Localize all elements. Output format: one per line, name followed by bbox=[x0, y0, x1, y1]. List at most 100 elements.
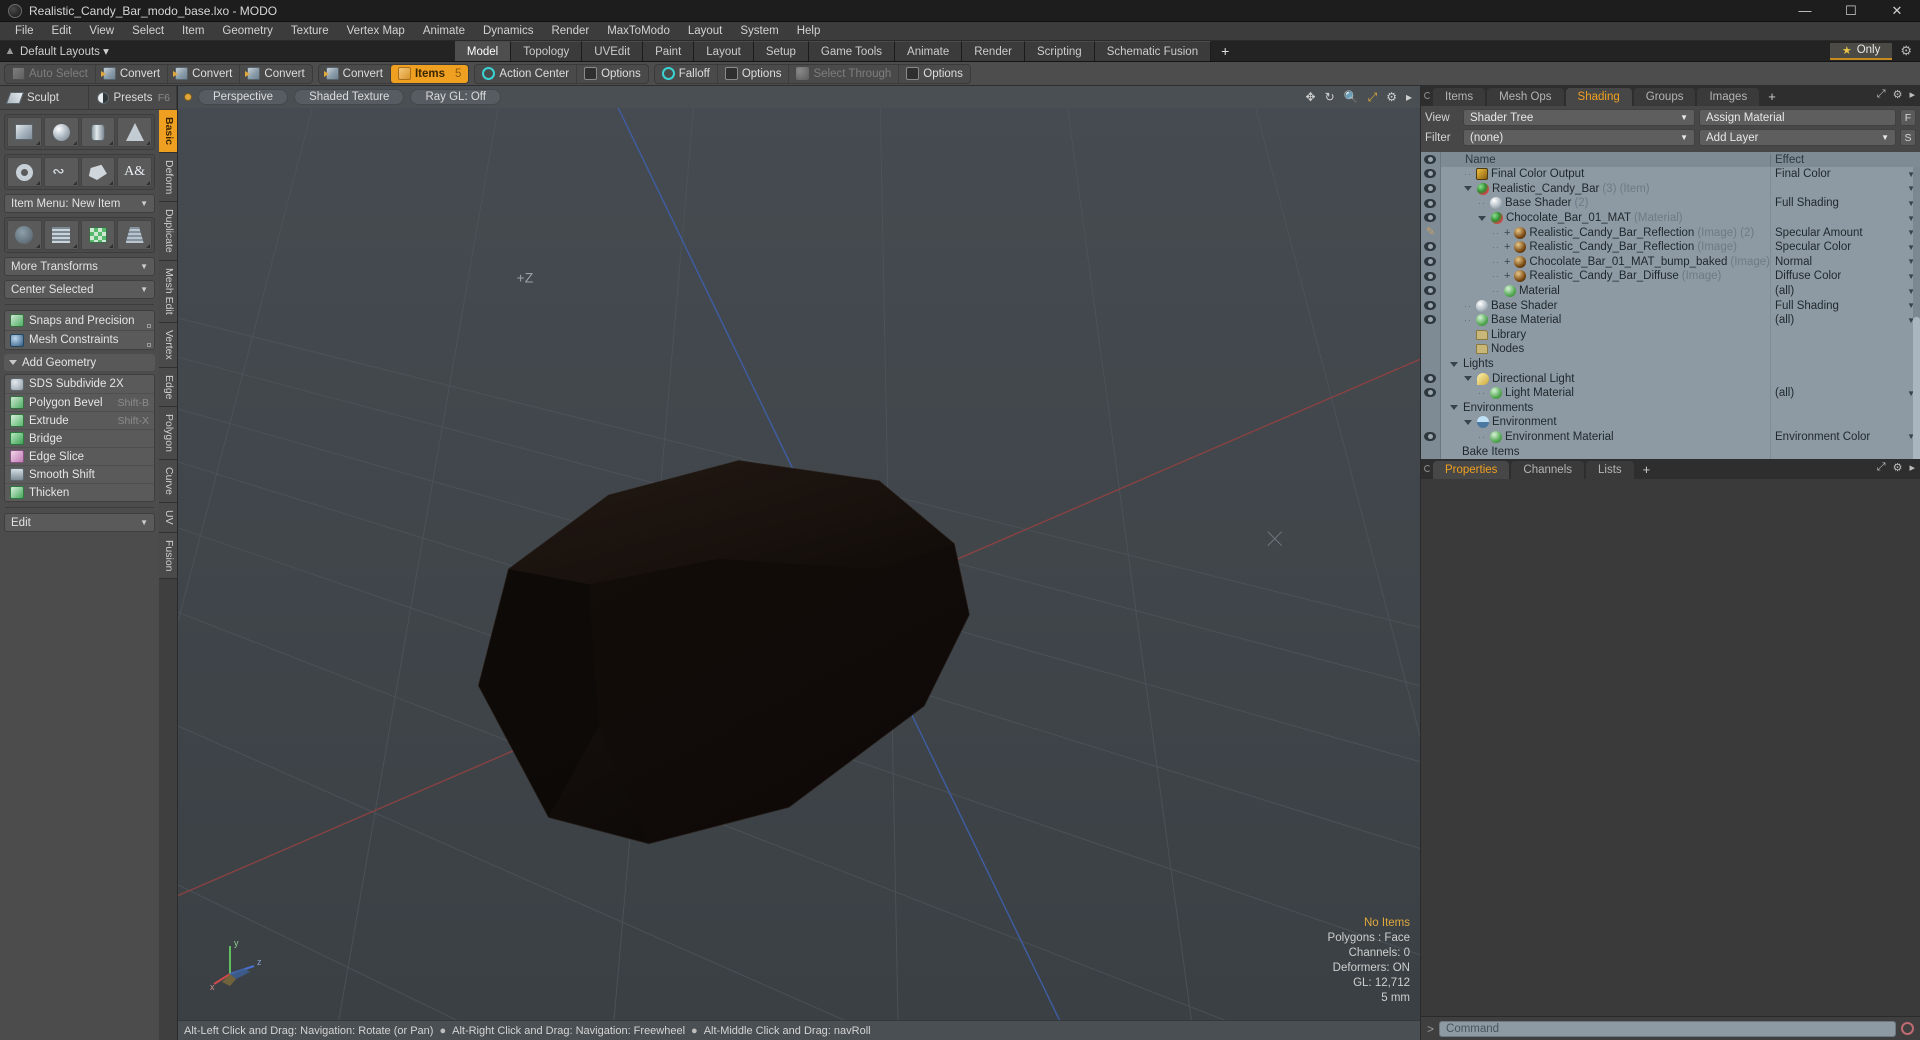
shader-tree-row[interactable]: ·· Final Color Output Final Color ▼ bbox=[1441, 167, 1920, 182]
select-through-button[interactable]: Select Through bbox=[789, 64, 900, 83]
twisty-down-icon[interactable] bbox=[1463, 376, 1472, 382]
shader-effect-dropdown[interactable]: Specular Amount ▼ bbox=[1770, 225, 1920, 240]
viewport-shading-button[interactable]: Shaded Texture bbox=[294, 89, 405, 105]
shader-effect-dropdown[interactable]: (all) ▼ bbox=[1770, 385, 1920, 401]
more-transforms-dropdown[interactable]: More Transforms ▼ bbox=[4, 257, 155, 276]
sds-subdivide-button[interactable]: SDS Subdivide 2X bbox=[5, 375, 154, 393]
menu-view[interactable]: View bbox=[80, 22, 123, 41]
shader-effect-dropdown[interactable]: ▼ bbox=[1770, 210, 1920, 226]
add-geometry-section-header[interactable]: Add Geometry bbox=[4, 354, 155, 371]
mesh-constraints-options-handle[interactable] bbox=[147, 343, 151, 347]
eye-icon[interactable] bbox=[1421, 371, 1440, 386]
s-button[interactable]: S bbox=[1900, 129, 1916, 146]
expand-layer-icon[interactable]: + bbox=[1504, 227, 1510, 239]
eye-icon[interactable] bbox=[1421, 210, 1440, 225]
chevron-right-icon[interactable]: ▸ bbox=[1909, 88, 1915, 101]
action-center-button[interactable]: Action Center bbox=[475, 64, 578, 83]
only-button[interactable]: ★ Only bbox=[1829, 42, 1893, 60]
add-layer-dropdown[interactable]: Add Layer ▼ bbox=[1699, 129, 1896, 146]
shader-tree-row[interactable]: Nodes bbox=[1441, 342, 1920, 357]
viewport-canvas[interactable]: +Z y x z No Items Polygons : Face Channe… bbox=[178, 108, 1420, 1020]
shader-tree-row[interactable]: ·· + Chocolate_Bar_01_MAT_bump_baked (Imag… bbox=[1441, 254, 1920, 270]
shader-effect-dropdown[interactable] bbox=[1770, 400, 1920, 416]
eye-icon[interactable] bbox=[1421, 196, 1440, 211]
default-layouts-dropdown[interactable]: Default Layouts ▾ bbox=[20, 44, 125, 58]
scrollbar-thumb[interactable] bbox=[1913, 317, 1920, 477]
polygon-bevel-button[interactable]: Polygon Bevel Shift-B bbox=[5, 393, 154, 411]
chevron-right-icon[interactable]: ▸ bbox=[1406, 90, 1412, 104]
expand-layer-icon[interactable]: + bbox=[1504, 270, 1510, 282]
cube-primitive-button[interactable] bbox=[7, 117, 42, 147]
vtab-edge[interactable]: Edge bbox=[159, 367, 177, 408]
eye-icon[interactable] bbox=[1421, 298, 1440, 313]
record-icon[interactable] bbox=[1901, 1022, 1914, 1035]
layout-tab-model[interactable]: Model bbox=[454, 41, 512, 61]
tab-channels[interactable]: Channels bbox=[1511, 460, 1585, 479]
shader-effect-dropdown[interactable]: Full Shading ▼ bbox=[1770, 196, 1920, 211]
twisty-down-icon[interactable] bbox=[1463, 419, 1472, 425]
perspective-tool-button[interactable] bbox=[117, 220, 152, 250]
add-properties-tab-button[interactable]: + bbox=[1636, 461, 1658, 479]
menu-geometry[interactable]: Geometry bbox=[213, 22, 282, 41]
menu-maxtomodo[interactable]: MaxToModo bbox=[598, 22, 679, 41]
tab-properties[interactable]: Properties bbox=[1433, 460, 1510, 479]
bridge-button[interactable]: Bridge bbox=[5, 429, 154, 447]
menu-texture[interactable]: Texture bbox=[282, 22, 338, 41]
brush-icon[interactable]: ✎ bbox=[1421, 225, 1440, 240]
eye-icon[interactable] bbox=[1421, 429, 1440, 444]
eye-icon[interactable] bbox=[1421, 283, 1440, 298]
expand-icon[interactable]: ⤢ bbox=[1877, 88, 1886, 101]
shader-effect-dropdown[interactable] bbox=[1770, 342, 1920, 357]
view-dropdown[interactable]: Shader Tree ▼ bbox=[1463, 109, 1695, 126]
chevron-right-icon[interactable]: ▸ bbox=[1909, 461, 1915, 474]
tab-shading[interactable]: Shading bbox=[1565, 88, 1632, 106]
gear-icon[interactable]: ⚙ bbox=[1896, 43, 1916, 59]
menu-dynamics[interactable]: Dynamics bbox=[474, 22, 542, 41]
vtab-fusion[interactable]: Fusion bbox=[159, 532, 177, 580]
snaps-and-precision-button[interactable]: Snaps and Precision bbox=[5, 311, 154, 330]
shader-tree-row[interactable]: ·· Light Material (all) ▼ bbox=[1441, 385, 1920, 401]
tab-lists[interactable]: Lists bbox=[1586, 460, 1634, 479]
lattice-tool-button[interactable] bbox=[43, 220, 79, 250]
auto-select-button[interactable]: Auto Select bbox=[5, 64, 96, 83]
edge-slice-button[interactable]: Edge Slice bbox=[5, 447, 154, 465]
close-button[interactable]: ✕ bbox=[1874, 0, 1920, 21]
falloff-button[interactable]: Falloff bbox=[655, 64, 718, 83]
tab-mesh-ops[interactable]: Mesh Ops bbox=[1487, 88, 1564, 106]
vtab-vertex[interactable]: Vertex bbox=[159, 322, 177, 368]
expand-icon[interactable]: ⤢ bbox=[1877, 461, 1886, 474]
twisty-down-icon[interactable] bbox=[1463, 186, 1472, 192]
gear-icon[interactable]: ⚙ bbox=[1386, 90, 1397, 104]
shader-tree-scrollbar[interactable] bbox=[1913, 167, 1920, 477]
shader-tree-row[interactable]: Lights bbox=[1441, 356, 1920, 372]
presets-tab[interactable]: Presets F6 bbox=[88, 86, 177, 109]
layout-tab-uvedit[interactable]: UVEdit bbox=[582, 41, 644, 61]
transform-axis-button[interactable] bbox=[7, 220, 42, 250]
menu-edit[interactable]: Edit bbox=[43, 22, 81, 41]
convert-polygon-button[interactable]: Convert bbox=[240, 65, 311, 83]
shader-effect-dropdown[interactable]: Normal ▼ bbox=[1770, 254, 1920, 270]
torus-primitive-button[interactable] bbox=[7, 157, 42, 187]
shader-tree-row[interactable]: Library bbox=[1441, 327, 1920, 343]
shader-tree-row[interactable]: ·· Base Shader (2) Full Shading ▼ bbox=[1441, 196, 1920, 211]
axis-gizmo[interactable]: y x z bbox=[208, 932, 268, 992]
layout-tab-render[interactable]: Render bbox=[962, 41, 1025, 61]
gear-icon[interactable]: ⚙ bbox=[1893, 88, 1903, 101]
shader-tree-row[interactable]: Environments bbox=[1441, 400, 1920, 416]
shader-tree-row[interactable]: ·· + Realistic_Candy_Bar_Reflection (Image… bbox=[1441, 239, 1920, 255]
item-menu-dropdown[interactable]: Item Menu: New Item ▼ bbox=[4, 194, 155, 213]
viewport-projection-button[interactable]: Perspective bbox=[198, 89, 289, 105]
shader-tree-row[interactable]: Bake Items bbox=[1441, 444, 1920, 459]
expand-layer-icon[interactable]: + bbox=[1504, 241, 1510, 253]
menu-help[interactable]: Help bbox=[788, 22, 830, 41]
eye-icon[interactable] bbox=[1421, 386, 1440, 401]
tab-groups[interactable]: Groups bbox=[1633, 88, 1696, 106]
smooth-shift-button[interactable]: Smooth Shift bbox=[5, 465, 154, 483]
action-center-options-button[interactable]: Options bbox=[577, 65, 648, 83]
layout-tab-layout[interactable]: Layout bbox=[694, 41, 754, 61]
shader-tree-row[interactable]: Chocolate_Bar_01_MAT (Material) ▼ bbox=[1441, 210, 1920, 226]
menu-select[interactable]: Select bbox=[123, 22, 173, 41]
snaps-options-handle[interactable] bbox=[147, 324, 151, 328]
shader-tree-row[interactable]: ·· + Realistic_Candy_Bar_Reflection (Image… bbox=[1441, 225, 1920, 240]
shader-tree-row[interactable]: ·· Environment Material Environment Color ▼ bbox=[1441, 429, 1920, 445]
